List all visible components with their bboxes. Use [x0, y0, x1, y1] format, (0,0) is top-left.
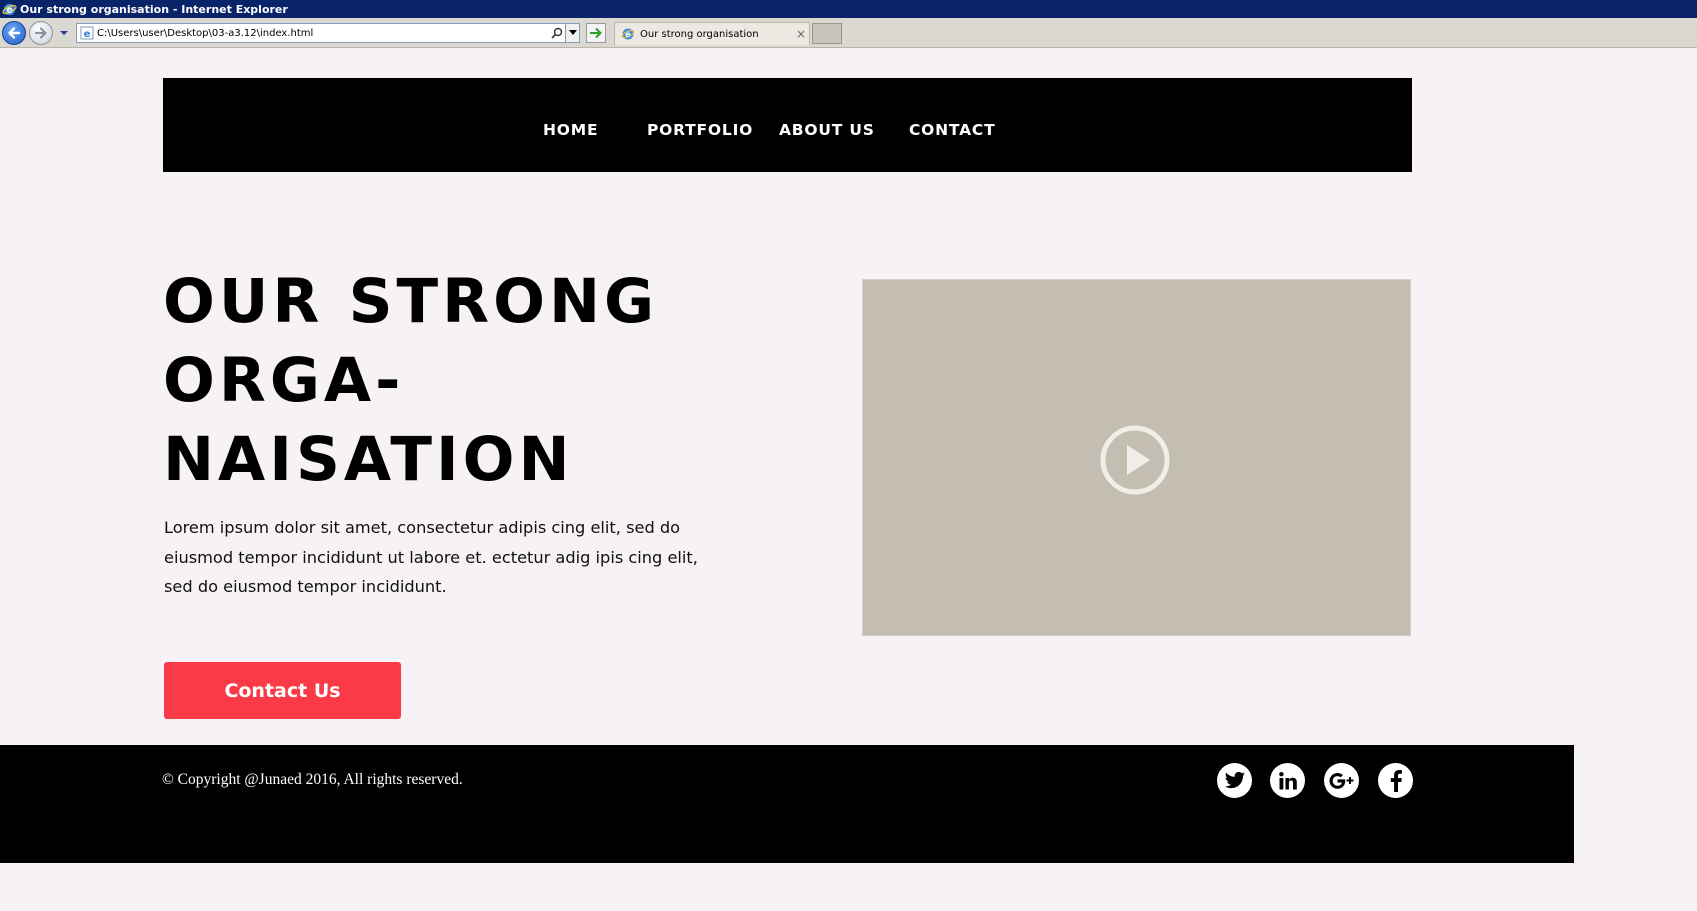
nav-item-about-us[interactable]: ABOUT US — [779, 78, 875, 172]
nav-item-portfolio[interactable]: PORTFOLIO — [647, 78, 753, 172]
address-bar[interactable]: e C:\Users\user\Desktop\03-a3.12\index.h… — [76, 23, 580, 43]
copyright-text: © Copyright @Junaed 2016, All rights res… — [162, 771, 463, 788]
google-plus-link[interactable] — [1324, 763, 1359, 798]
window-titlebar: e Our strong organisation - Internet Exp… — [0, 0, 1697, 18]
arrow-right-icon — [34, 27, 47, 39]
back-button[interactable] — [2, 21, 26, 45]
play-icon[interactable] — [1099, 424, 1171, 496]
svg-text:e: e — [84, 29, 91, 40]
address-dropdown-button[interactable] — [565, 24, 579, 42]
hero-title: OUR STRONG ORGA- NAISATION — [163, 262, 803, 499]
history-dropdown-icon[interactable] — [59, 28, 69, 38]
go-arrow-icon — [590, 27, 602, 39]
video-player[interactable] — [862, 279, 1411, 636]
chevron-down-icon — [568, 30, 577, 35]
site-footer: © Copyright @Junaed 2016, All rights res… — [0, 745, 1574, 863]
facebook-icon — [1390, 769, 1402, 792]
forward-button[interactable] — [29, 21, 53, 45]
linkedin-icon — [1278, 771, 1297, 789]
google-plus-icon — [1329, 772, 1353, 789]
new-tab-button[interactable] — [812, 23, 842, 44]
page-icon: e — [80, 26, 94, 40]
tab-page-icon: e — [621, 28, 635, 40]
contact-us-button[interactable]: Contact Us — [164, 662, 401, 719]
go-button[interactable] — [586, 23, 606, 43]
linkedin-link[interactable] — [1270, 763, 1305, 798]
facebook-link[interactable] — [1378, 763, 1413, 798]
window-title: Our strong organisation - Internet Explo… — [20, 2, 288, 16]
close-icon[interactable]: × — [793, 27, 809, 41]
nav-item-contact[interactable]: CONTACT — [909, 78, 995, 172]
address-text[interactable]: C:\Users\user\Desktop\03-a3.12\index.htm… — [97, 28, 549, 39]
browser-tab[interactable]: e Our strong organisation × — [614, 22, 810, 45]
hero-title-line: ORGA- — [163, 345, 405, 416]
hero-paragraph: Lorem ipsum dolor sit amet, consectetur … — [164, 518, 698, 596]
svg-text:e: e — [6, 4, 12, 15]
site-navbar: HOME PORTFOLIO ABOUT US CONTACT — [163, 78, 1412, 172]
arrow-left-icon — [8, 27, 21, 39]
twitter-link[interactable] — [1217, 763, 1252, 798]
svg-text:e: e — [625, 30, 631, 39]
twitter-icon — [1224, 771, 1245, 788]
internet-explorer-icon: e — [2, 3, 17, 15]
hero-title-line: OUR STRONG — [163, 266, 659, 337]
search-icon[interactable] — [549, 25, 565, 41]
tab-label: Our strong organisation — [640, 28, 759, 40]
browser-toolbar: e C:\Users\user\Desktop\03-a3.12\index.h… — [0, 18, 1697, 48]
nav-item-home[interactable]: HOME — [543, 78, 598, 172]
hero-title-line: NAISATION — [163, 424, 574, 495]
